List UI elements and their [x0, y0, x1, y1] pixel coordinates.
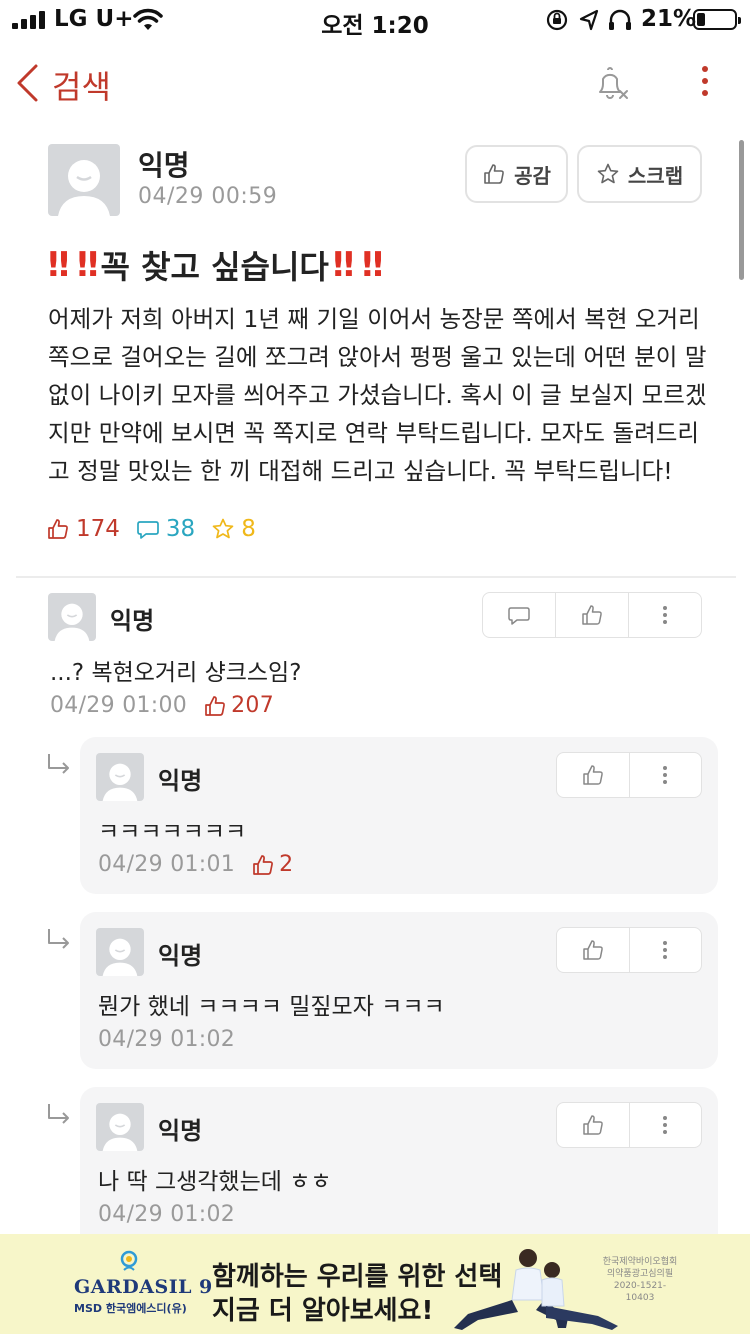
- ad-fine-print: 한국제약바이오협회 의약품광고심의필 2020-1521-10403: [602, 1257, 678, 1303]
- headphones-icon: [609, 9, 631, 30]
- post-date: 04/29 00:59: [138, 184, 278, 209]
- more-options-icon: [663, 763, 668, 787]
- reply-meta: 04/29 01:02: [98, 1202, 235, 1227]
- more-options-icon: [663, 1113, 668, 1137]
- battery-level: [697, 13, 705, 26]
- scrap-button-label: 스크랩: [627, 163, 684, 188]
- comment-author-avatar: [48, 593, 96, 641]
- comment-date: 04/29 01:00: [50, 693, 188, 718]
- rotation-lock-icon: [546, 9, 568, 31]
- title-exclamation-left: ‼ ‼: [48, 245, 99, 285]
- reply-meta: 04/29 01:02: [98, 1027, 235, 1052]
- thumbs-up-icon: [583, 940, 603, 960]
- post-stats: 174 38 8: [46, 516, 272, 542]
- title-exclamation-right: ‼ ‼: [332, 245, 384, 285]
- reply-author-name: 익명: [158, 942, 203, 970]
- reply-text: 나 딱 그생각했는데 ㅎㅎ: [98, 1169, 332, 1195]
- reply-item: 익명 뭔가 했네 ㅋㅋㅋㅋ 밀짚모자 ㅋㅋㅋ 04/29 01:02: [80, 912, 718, 1069]
- reply-arrow-icon: [48, 754, 69, 774]
- scroll-indicator: [739, 140, 744, 280]
- reply-actions: [556, 752, 702, 798]
- nav-bar: 검색: [0, 54, 750, 114]
- reply-author-avatar: [96, 753, 144, 801]
- post-divider: [16, 576, 736, 578]
- gardasil-logo-icon: [120, 1250, 138, 1271]
- post-body: 어제가 저희 아버지 1년 째 기일 이어서 농장문 쪽에서 복현 오거리 쪽으…: [48, 305, 707, 485]
- reply-more-button[interactable]: [628, 1103, 702, 1147]
- reply-item: 익명 나 딱 그생각했는데 ㅎㅎ 04/29 01:02: [80, 1087, 718, 1234]
- thumbs-up-icon: [484, 164, 504, 184]
- anonymous-user-icon: [58, 160, 110, 216]
- post-scrap-count: 8: [211, 516, 256, 542]
- anonymous-user-icon: [102, 1113, 138, 1151]
- like-button[interactable]: 공감: [465, 145, 568, 203]
- status-bar: LG U+ 오전 1:20 21%: [0, 0, 750, 40]
- notification-off-bell-icon[interactable]: [592, 64, 632, 104]
- reply-actions: [556, 1102, 702, 1148]
- star-icon: [212, 518, 234, 539]
- more-options-icon: [663, 938, 668, 962]
- post-comment-count: 38: [136, 516, 195, 542]
- thumbs-up-icon: [205, 695, 226, 716]
- more-options-icon: [663, 603, 667, 627]
- post-title-text: 꼭 찾고 싶습니다: [100, 248, 329, 286]
- reply-arrow-icon: [48, 1104, 69, 1124]
- status-icons: [546, 9, 631, 31]
- back-chevron-icon[interactable]: [14, 63, 40, 103]
- ad-banner[interactable]: GARDASIL 9 MSD 한국엠에스디(유) 함께하는 우리를 위한 선택 …: [0, 1234, 750, 1334]
- back-button-label[interactable]: 검색: [52, 62, 111, 108]
- reply-item: 익명 ㅋㅋㅋㅋㅋㅋㅋ 04/29 01:01 2: [80, 737, 718, 894]
- anonymous-user-icon: [102, 938, 138, 976]
- reply-like-button[interactable]: [557, 753, 629, 797]
- reply-date: 04/29 01:02: [98, 1202, 236, 1227]
- comment-bubble-icon: [137, 521, 159, 539]
- ad-brand-logo: GARDASIL 9: [74, 1276, 213, 1298]
- thumbs-up-icon: [253, 854, 274, 875]
- post-author-name: 익명: [138, 149, 190, 182]
- like-button-label: 공감: [514, 163, 551, 188]
- reply-date: 04/29 01:02: [98, 1027, 236, 1052]
- reply-more-button[interactable]: [628, 928, 702, 972]
- star-icon: [597, 163, 619, 184]
- reply-text: ㅋㅋㅋㅋㅋㅋㅋ: [98, 819, 247, 845]
- post-author-avatar: [48, 144, 120, 216]
- thumbs-up-icon: [582, 605, 602, 625]
- comment-author-name: 익명: [110, 607, 155, 635]
- ad-subheadline: 지금 더 알아보세요!: [212, 1296, 434, 1326]
- comment-like-count: 207: [203, 693, 274, 718]
- anonymous-user-icon: [102, 763, 138, 801]
- reply-author-avatar: [96, 928, 144, 976]
- reply-more-button[interactable]: [628, 753, 702, 797]
- ad-sponsor: MSD 한국엠에스디(유): [74, 1302, 187, 1315]
- reply-like-button[interactable]: [557, 1103, 629, 1147]
- comment-like-button[interactable]: [555, 593, 628, 637]
- reply-like-button[interactable]: [557, 928, 629, 972]
- thumbs-up-icon: [583, 765, 603, 785]
- thumbs-up-icon: [48, 519, 68, 539]
- post-like-count: 174: [46, 516, 120, 542]
- reply-text: 뭔가 했네 ㅋㅋㅋㅋ 밀짚모자 ㅋㅋㅋ: [98, 994, 445, 1020]
- comment-text: ...? 복현오거리 샹크스임?: [50, 660, 302, 686]
- anonymous-user-icon: [54, 603, 90, 641]
- reply-button[interactable]: [483, 593, 555, 637]
- reply-author-name: 익명: [158, 1117, 203, 1145]
- reply-like-count: 2: [251, 852, 293, 877]
- comment-bubble-icon: [508, 607, 530, 625]
- reply-arrow-icon: [48, 929, 69, 949]
- comment-actions: [482, 592, 702, 638]
- battery-icon: [693, 9, 741, 30]
- post-title: ‼ ‼ 꼭 찾고 싶습니다 ‼ ‼: [48, 242, 384, 288]
- scrap-button[interactable]: 스크랩: [577, 145, 702, 203]
- reply-author-avatar: [96, 1103, 144, 1151]
- reply-actions: [556, 927, 702, 973]
- reply-date: 04/29 01:01: [98, 852, 236, 877]
- reply-author-name: 익명: [158, 767, 203, 795]
- battery-percentage: 21%: [641, 6, 697, 32]
- reply-meta: 04/29 01:01 2: [98, 852, 293, 877]
- more-options-icon[interactable]: [702, 66, 708, 102]
- comment-more-button[interactable]: [628, 593, 701, 637]
- comment-meta: 04/29 01:00 207: [50, 693, 274, 718]
- thumbs-up-icon: [583, 1115, 603, 1135]
- location-icon: [579, 9, 599, 31]
